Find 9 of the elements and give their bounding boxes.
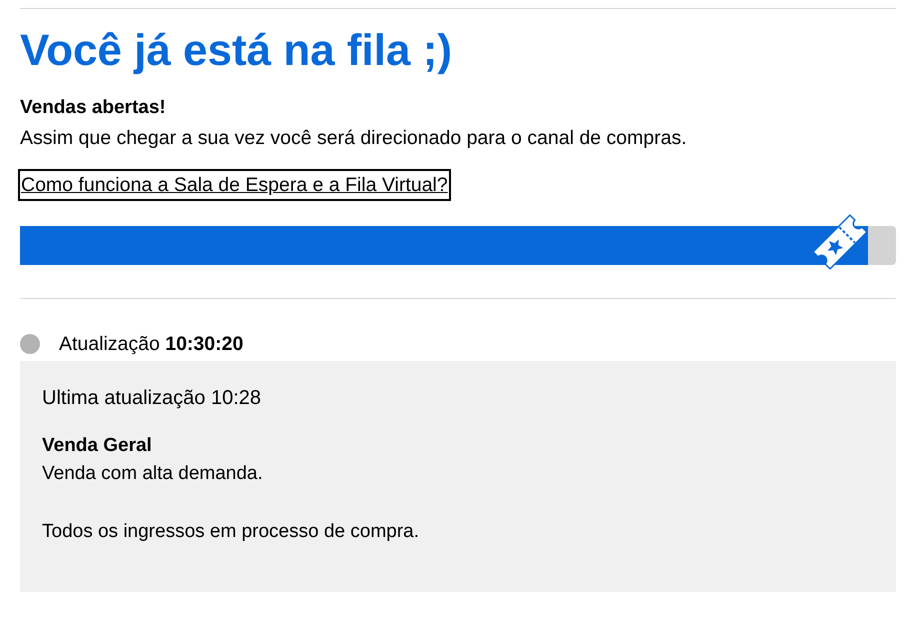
sale-description: Todos os ingressos em processo de compra. (42, 520, 420, 544)
help-link[interactable]: Como funciona a Sala de Espera e a Fila Virtual? (18, 169, 451, 201)
sale-description: Venda com alta demanda. (42, 462, 263, 486)
update-time: Atualização 10:30:20 (59, 332, 244, 356)
queue-message: Assim que chegar a sua vez você será direcionado para o canal de compras. (20, 126, 687, 151)
page-title: Você já está na fila ;) (20, 25, 452, 77)
sale-title: Venda Geral (42, 434, 152, 458)
status-heading: Vendas abertas! (20, 96, 166, 120)
last-update-text: Ultima atualização 10:28 (42, 386, 262, 411)
